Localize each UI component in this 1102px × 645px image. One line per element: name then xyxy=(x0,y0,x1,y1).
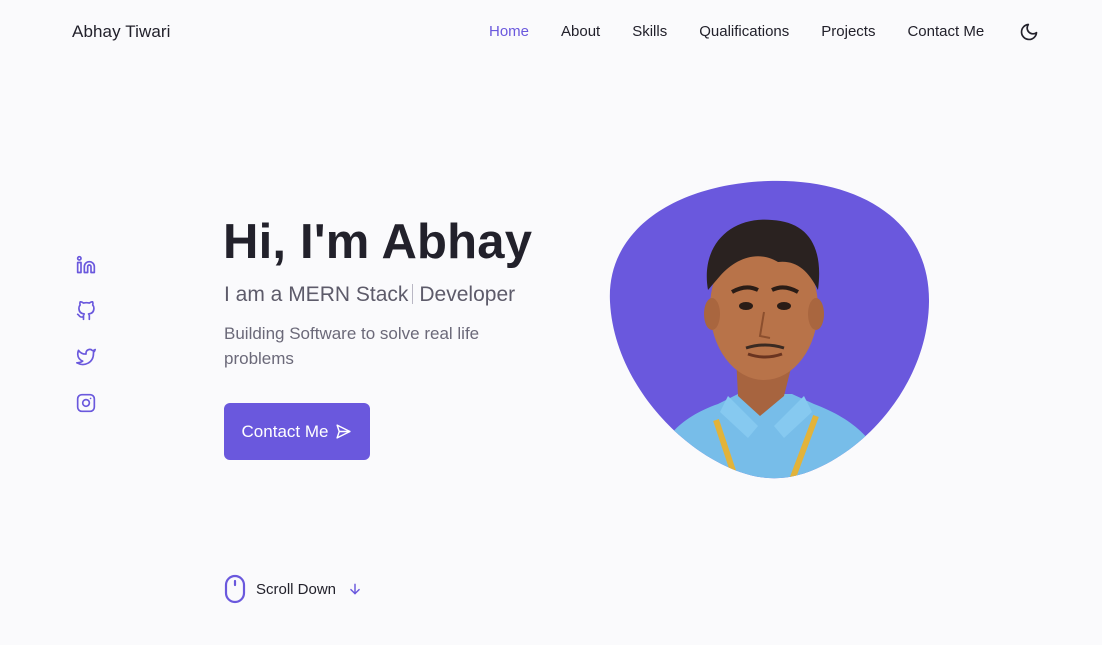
send-icon xyxy=(336,424,352,439)
nav-about[interactable]: About xyxy=(561,23,600,40)
arrow-down-icon xyxy=(350,583,360,595)
scroll-down-link[interactable]: Scroll Down xyxy=(224,574,362,604)
main-nav: Home About Skills Qualifications Project… xyxy=(489,23,1016,40)
moon-icon[interactable] xyxy=(1019,22,1039,42)
typing-cursor xyxy=(412,284,414,304)
hero-title: Hi, I'm Abhay xyxy=(223,215,533,269)
twitter-icon[interactable] xyxy=(75,346,97,368)
instagram-icon[interactable] xyxy=(75,392,97,414)
nav-contact[interactable]: Contact Me xyxy=(907,23,984,40)
contact-me-button[interactable]: Contact Me xyxy=(224,403,370,460)
profile-picture xyxy=(608,180,930,480)
linkedin-icon[interactable] xyxy=(75,254,97,276)
subtitle-role: I am a MERN Stack xyxy=(224,283,409,306)
nav-home[interactable]: Home xyxy=(489,23,529,40)
hero-description: Building Software to solve real life pro… xyxy=(224,324,480,368)
social-links xyxy=(75,254,97,438)
nav-skills[interactable]: Skills xyxy=(632,23,667,40)
subtitle-suffix: Developer xyxy=(419,283,516,306)
nav-projects[interactable]: Projects xyxy=(821,23,875,40)
header: Abhay Tiwari Home About Skills Qualifica… xyxy=(0,0,1102,64)
scroll-down-label: Scroll Down xyxy=(256,580,337,598)
hero-subtitle: I am a MERN Stack Developer xyxy=(224,283,515,307)
github-icon[interactable] xyxy=(75,300,97,322)
mouse-icon xyxy=(224,574,246,604)
brand-logo[interactable]: Abhay Tiwari xyxy=(72,22,171,42)
contact-me-label: Contact Me xyxy=(241,421,329,441)
nav-qualifications[interactable]: Qualifications xyxy=(699,23,789,40)
